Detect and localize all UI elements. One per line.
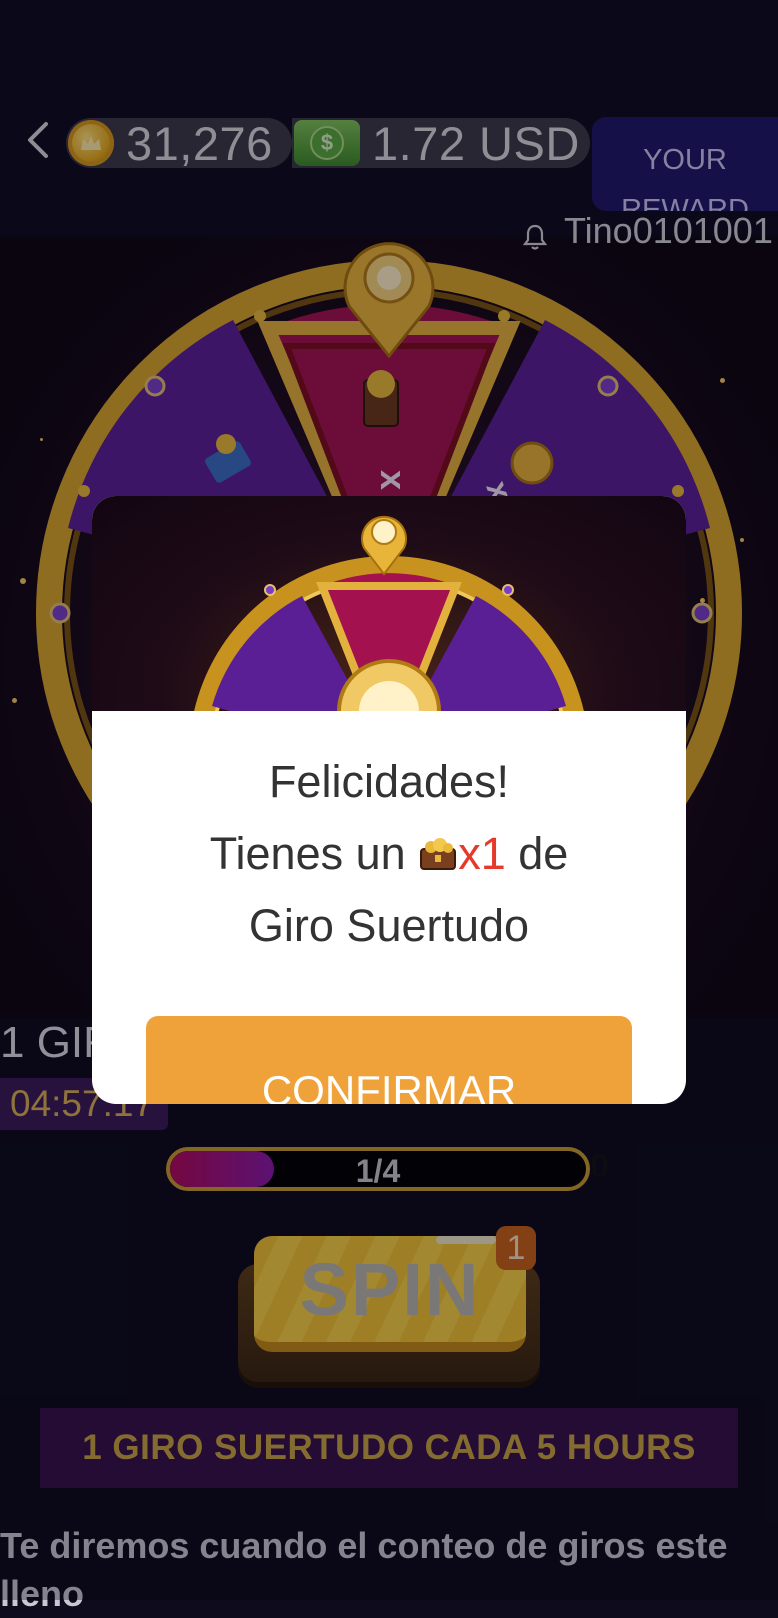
treasure-chest-icon	[420, 838, 457, 870]
dialog-message: Felicidades! Tienes un x1 de Giro Suertu…	[92, 746, 686, 962]
dialog-reward-line: Tienes un x1 de	[209, 828, 569, 879]
dialog-title: Felicidades!	[268, 756, 510, 807]
dialog-reward-name: Giro Suertudo	[248, 900, 530, 951]
reward-dialog: Felicidades! Tienes un x1 de Giro Suertu…	[92, 496, 686, 1104]
dialog-wheel-banner	[92, 496, 686, 711]
confirm-button[interactable]: CONFIRMAR	[146, 1016, 632, 1104]
dialog-wheel-image	[194, 515, 584, 711]
reward-quantity: x1	[458, 828, 506, 879]
